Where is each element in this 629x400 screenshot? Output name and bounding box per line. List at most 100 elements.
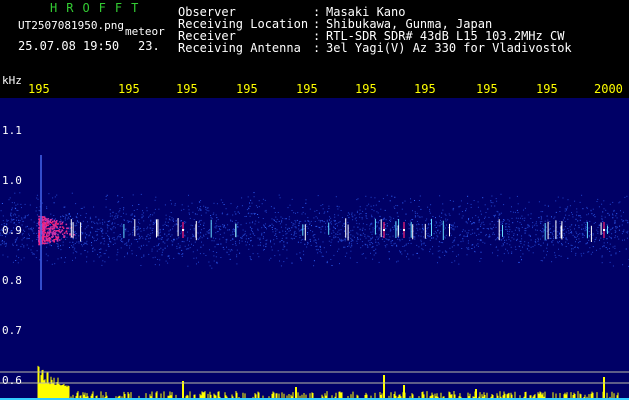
noise-dot <box>162 228 164 230</box>
noise-dot <box>132 228 134 230</box>
noise-dot <box>305 199 307 201</box>
noise-dot <box>584 227 586 229</box>
noise-dot <box>429 236 430 238</box>
noise-dot <box>171 203 172 205</box>
noise-dot <box>577 234 579 236</box>
noise-dot <box>245 215 247 217</box>
noise-dot <box>102 228 104 230</box>
noise-dot <box>442 242 444 244</box>
noise-dot <box>452 209 454 211</box>
noise-dot <box>66 218 68 220</box>
noise-dot <box>312 235 314 237</box>
noise-dot <box>276 238 278 240</box>
signal-dot <box>67 227 69 230</box>
noise-dot <box>409 239 411 241</box>
noise-dot <box>156 245 158 247</box>
noise-dot <box>68 228 70 230</box>
noise-dot <box>274 228 276 230</box>
noise-dot <box>411 219 413 221</box>
noise-dot <box>117 224 119 225</box>
noise-dot <box>528 250 530 252</box>
noise-dot <box>248 212 250 214</box>
noise-dot <box>72 218 74 220</box>
noise-dot <box>442 251 444 253</box>
noise-dot <box>120 216 122 217</box>
signal-dot <box>51 226 53 228</box>
noise-dot <box>603 238 605 240</box>
noise-dot <box>230 220 232 222</box>
noise-dot <box>367 244 368 246</box>
noise-dot <box>48 243 50 244</box>
noise-dot <box>25 226 27 228</box>
noise-dot <box>429 234 431 236</box>
noise-dot <box>433 237 434 239</box>
noise-dot <box>347 221 349 223</box>
noise-dot <box>138 226 140 228</box>
noise-dot <box>576 211 578 213</box>
noise-dot <box>171 217 173 219</box>
signal-peak <box>603 229 605 231</box>
noise-dot <box>189 228 191 230</box>
noise-dot <box>263 245 265 247</box>
noise-dot <box>551 232 553 234</box>
noise-dot <box>215 222 217 224</box>
noise-dot <box>449 214 451 216</box>
noise-dot <box>589 220 591 222</box>
noise-dot <box>245 222 247 224</box>
noise-dot <box>222 202 224 204</box>
noise-dot <box>104 237 105 239</box>
signal-dot <box>57 223 59 225</box>
noise-dot <box>544 204 546 206</box>
noise-dot <box>426 218 428 220</box>
noise-dot <box>459 205 461 207</box>
noise-dot <box>250 229 252 231</box>
noise-dot <box>408 228 410 230</box>
noise-dot <box>5 245 7 247</box>
noise-dot <box>30 249 32 251</box>
noise-dot <box>54 196 56 198</box>
noise-dot <box>357 233 359 235</box>
noise-dot <box>534 224 536 226</box>
noise-dot <box>249 222 251 224</box>
noise-dot <box>294 223 296 225</box>
noise-dot <box>107 243 109 245</box>
noise-dot <box>162 249 164 251</box>
noise-dot <box>286 249 288 251</box>
noise-dot <box>84 242 86 244</box>
noise-dot <box>509 244 511 246</box>
noise-dot <box>339 233 341 235</box>
noise-dot <box>165 260 167 262</box>
noise-dot <box>125 213 127 215</box>
noise-dot <box>37 235 38 237</box>
noise-dot <box>26 225 28 227</box>
noise-dot <box>333 227 335 229</box>
noise-dot <box>179 245 181 247</box>
noise-dot <box>11 209 13 211</box>
noise-dot <box>545 226 547 228</box>
noise-dot <box>152 214 154 216</box>
noise-dot <box>265 227 267 228</box>
noise-dot <box>131 253 133 255</box>
noise-dot <box>450 234 452 236</box>
noise-dot <box>468 247 470 249</box>
noise-dot <box>370 205 372 207</box>
noise-dot <box>171 234 173 236</box>
noise-dot <box>337 208 339 210</box>
noise-dot <box>402 233 404 235</box>
noise-dot <box>153 212 155 214</box>
noise-dot <box>318 238 320 240</box>
noise-dot <box>285 227 287 229</box>
signal-dot <box>38 215 40 218</box>
noise-dot <box>563 228 565 230</box>
signal-dot <box>46 238 48 241</box>
noise-dot <box>497 220 499 222</box>
noise-dot <box>169 257 170 259</box>
signal-dot <box>51 236 53 238</box>
noise-dot <box>217 243 219 245</box>
noise-dot <box>102 232 104 234</box>
signal-dot <box>61 223 63 225</box>
noise-dot <box>78 242 80 244</box>
noise-dot <box>307 220 309 222</box>
noise-dot <box>41 202 43 204</box>
noise-dot <box>265 240 267 241</box>
